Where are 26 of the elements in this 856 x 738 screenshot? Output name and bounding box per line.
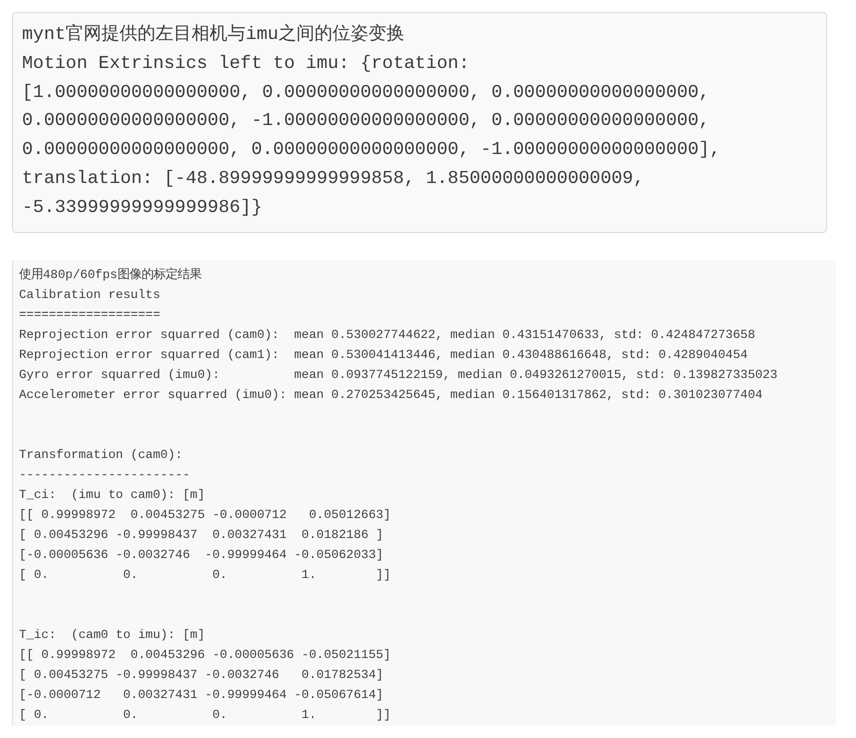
code-line: T_ci: (imu to cam0): [m] <box>19 486 205 504</box>
code-line: Accelerometer error squarred (imu0): mean 0.270253425645, median 0.156401317862, std: 0.301023077404 <box>19 386 763 404</box>
code-line: [ 0. 0. 0. 1. ]] <box>19 706 391 724</box>
code-line: =================== <box>19 306 160 324</box>
code-line: mynt官网提供的左目相机与imu之间的位姿变换 <box>22 22 404 47</box>
code-line: 0.00000000000000000, -1.00000000000000000, 0.00000000000000000, <box>22 110 710 134</box>
code-line: T_ic: (cam0 to imu): [m] <box>19 626 205 644</box>
code-line: Transformation (cam0): <box>19 446 183 464</box>
code-line: [ 0. 0. 0. 1. ]] <box>19 566 391 584</box>
code-line: ----------------------- <box>19 466 190 484</box>
code-line: Calibration results <box>19 286 160 304</box>
code-line: Gyro error squarred (imu0): mean 0.0937745122159, median 0.0493261270015, std: 0.139827335023 <box>19 366 778 384</box>
code-line: Motion Extrinsics left to imu: {rotation: <box>22 52 470 76</box>
code-line: Reprojection error squarred (cam0): mean 0.530027744622, median 0.43151470633, std: 0.424847273658 <box>19 326 756 344</box>
code-line: -5.33999999999999986]} <box>22 196 262 220</box>
code-line: Reprojection error squarred (cam1): mean 0.530041413446, median 0.430488616648, std: 0.4289040454 <box>19 346 748 364</box>
code-line: [ 0.00453296 -0.99998437 0.00327431 0.0182186 ] <box>19 526 384 544</box>
code-line: [-0.00005636 -0.0032746 -0.99999464 -0.05062033] <box>19 546 384 564</box>
code-line: [1.00000000000000000, 0.00000000000000000, 0.00000000000000000, <box>22 82 710 105</box>
code-line: [-0.0000712 0.00327431 -0.99999464 -0.05067614] <box>19 686 384 704</box>
code-line: 0.00000000000000000, 0.00000000000000000, -1.00000000000000000], <box>22 139 721 162</box>
code-line: [[ 0.99998972 0.00453296 -0.00005636 -0.05021155] <box>19 646 391 664</box>
code-line: [[ 0.99998972 0.00453275 -0.0000712 0.05012663] <box>19 506 391 524</box>
code-line: 使用480p/60fps图像的标定结果 <box>19 266 202 284</box>
code-line: [ 0.00453275 -0.99998437 -0.0032746 0.01782534] <box>19 666 384 684</box>
code-line: translation: [-48.89999999999999858, 1.85000000000000009, <box>22 168 644 191</box>
